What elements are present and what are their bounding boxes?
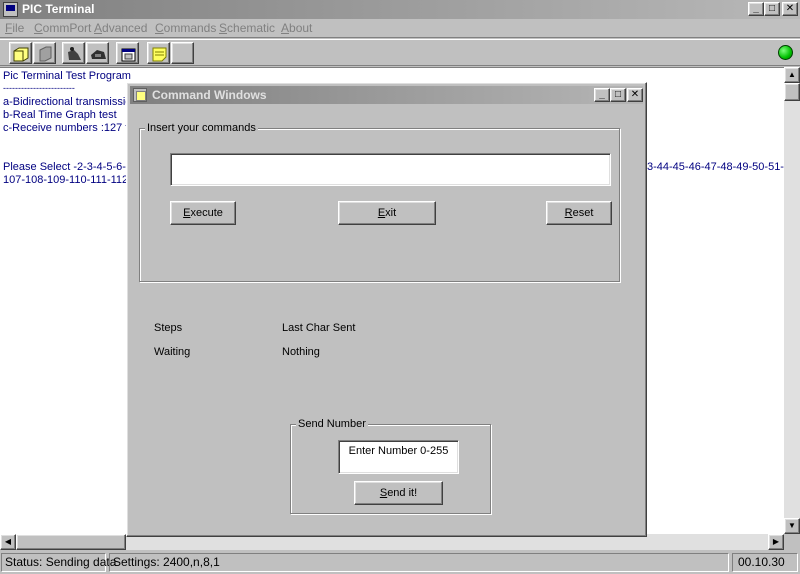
status-bar: Status: Sending data Settings: 2400,n,8,… (0, 551, 800, 574)
settings-button[interactable] (116, 42, 139, 64)
terminal-line: a-Bidirectional transmissio (3, 96, 132, 108)
menu-file[interactable]: File (5, 21, 24, 35)
reset-label: eset (572, 207, 594, 219)
menu-commands-label: ommands (163, 21, 217, 35)
dialog-minimize-button[interactable]: _ (594, 88, 610, 102)
menu-advanced[interactable]: Advanced (94, 21, 147, 35)
menu-commport-accel: C (34, 21, 43, 35)
menu-schematic-label: chematic (227, 21, 276, 35)
terminal-line: b-Real Time Graph test (3, 109, 117, 121)
menu-commport[interactable]: CommPort (34, 21, 91, 35)
menu-about-label: bout (289, 21, 313, 35)
scroll-right-icon[interactable]: ▶ (768, 534, 784, 550)
vertical-scroll-thumb[interactable] (784, 83, 800, 101)
toolbar (0, 39, 800, 66)
window-title: PIC Terminal (22, 2, 95, 16)
open-icon (13, 47, 29, 62)
command-window-dialog: Command Windows _ □ ✕ Insert your comman… (126, 82, 647, 537)
exit-label: xit (385, 207, 397, 219)
terminal-line: Please Select -2-3-4-5-6-7 (3, 161, 133, 173)
blank-tool-button[interactable] (171, 42, 194, 64)
dialog-maximize-button[interactable]: □ (610, 88, 626, 102)
connection-status-led (778, 45, 793, 60)
menu-bar: File CommPort Advanced Commands Schemati… (0, 19, 800, 38)
disconnect-icon (91, 50, 106, 59)
main-title-bar: PIC Terminal _ □ ✕ (0, 0, 800, 19)
commands-group-label: Insert your commands (145, 122, 258, 134)
notes-button[interactable] (147, 42, 170, 64)
dialog-title: Command Windows (152, 88, 267, 102)
clock-text: 00.10.30 (732, 553, 798, 572)
menu-about-accel: A (281, 21, 290, 35)
disconnect-button[interactable] (86, 42, 109, 64)
save-icon (39, 46, 52, 62)
connect-button[interactable] (62, 42, 85, 64)
execute-button[interactable]: Execute (170, 201, 236, 225)
terminal-line: 107-108-109-110-111-112 (3, 174, 129, 186)
app-icon[interactable] (3, 2, 18, 17)
scroll-left-icon[interactable]: ◀ (0, 534, 16, 550)
execute-label: xecute (190, 207, 223, 219)
reset-accel: R (564, 207, 573, 219)
send-number-group-label: Send Number (296, 418, 368, 430)
terminal-line-fragment: 3-44-45-46-47-48-49-50-51-5 (647, 161, 784, 173)
horizontal-scroll-thumb[interactable] (16, 534, 126, 550)
steps-value: Waiting (154, 346, 191, 358)
connect-icon (68, 47, 81, 60)
scroll-down-icon[interactable]: ▼ (784, 518, 800, 534)
scroll-up-icon[interactable]: ▲ (784, 67, 800, 83)
terminal-line: Pic Terminal Test Program (3, 70, 131, 82)
send-it-button[interactable]: Send it! (354, 481, 443, 505)
dialog-icon[interactable] (133, 88, 147, 102)
last-char-value: Nothing (282, 346, 320, 358)
reset-button[interactable]: Reset (546, 201, 612, 225)
scroll-corner (784, 534, 800, 550)
settings-text: Settings: 2400,n,8,1 (109, 553, 729, 572)
exit-button[interactable]: Exit (338, 201, 436, 225)
dialog-title-bar: Command Windows _ □ ✕ (130, 86, 643, 104)
steps-label: Steps (154, 322, 183, 334)
command-input[interactable] (170, 153, 611, 186)
minimize-button[interactable]: _ (748, 2, 764, 16)
open-button[interactable] (9, 42, 32, 64)
menu-commport-label: ommPort (42, 21, 92, 35)
menu-about[interactable]: About (281, 21, 312, 35)
maximize-button[interactable]: □ (764, 2, 780, 16)
menu-advanced-label: dvanced (102, 21, 148, 35)
terminal-line: ------------------------ (3, 83, 75, 93)
menu-advanced-accel: A (94, 21, 103, 35)
dialog-close-button[interactable]: ✕ (627, 88, 643, 102)
notes-icon (152, 47, 167, 62)
menu-commands-accel: C (155, 21, 164, 35)
menu-schematic-accel: S (219, 21, 228, 35)
send-label: end it! (387, 487, 418, 499)
menu-commands[interactable]: Commands (155, 21, 216, 35)
menu-schematic[interactable]: Schematic (219, 21, 275, 35)
last-char-label: Last Char Sent (282, 322, 356, 334)
terminal-line: c-Receive numbers :127 t (3, 122, 129, 134)
vertical-scrollbar[interactable]: ▲ ▼ (784, 67, 800, 534)
status-text: Status: Sending data (1, 553, 116, 572)
close-button[interactable]: ✕ (782, 2, 798, 16)
settings-icon (121, 48, 136, 62)
save-button[interactable] (33, 42, 56, 64)
number-input[interactable] (338, 440, 459, 474)
menu-file-label: ile (12, 21, 25, 35)
